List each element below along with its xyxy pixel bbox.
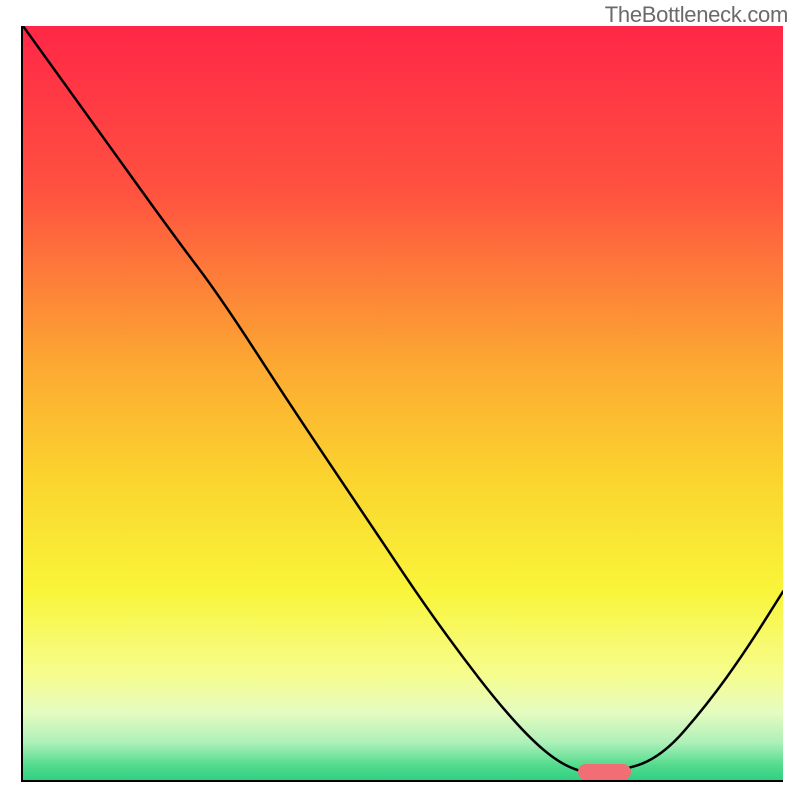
watermark-text: TheBottleneck.com — [605, 2, 788, 28]
optimal-range-marker — [578, 764, 631, 780]
plot-area — [21, 26, 783, 782]
gradient-background — [23, 26, 783, 780]
chart-frame: TheBottleneck.com — [0, 0, 800, 800]
